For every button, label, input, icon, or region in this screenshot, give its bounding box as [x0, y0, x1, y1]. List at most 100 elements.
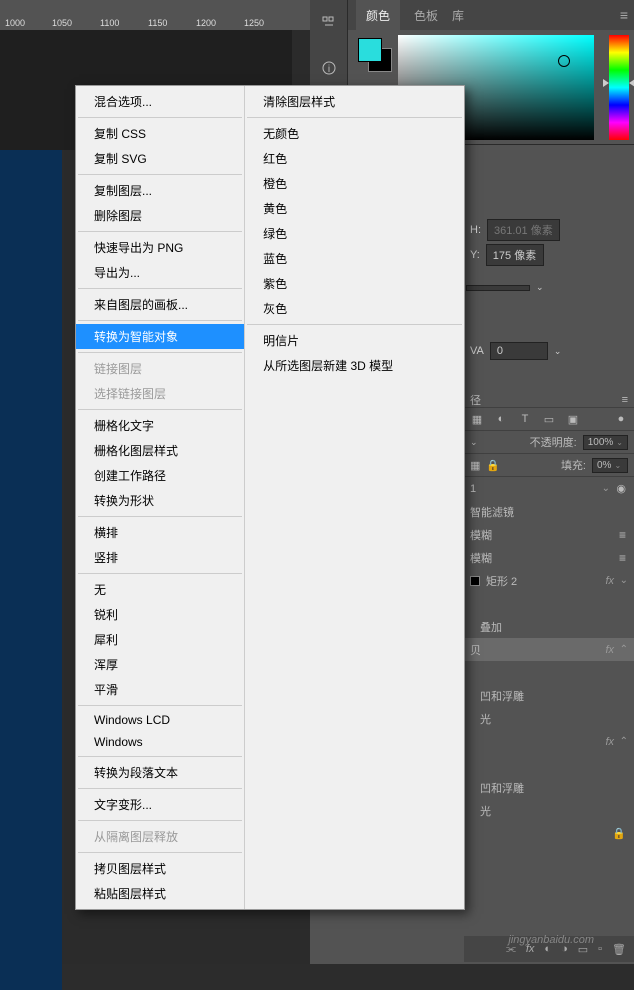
- filter-image-icon[interactable]: ▦: [470, 412, 484, 426]
- lock-icon[interactable]: 🔒: [486, 459, 500, 472]
- menu-horizontal[interactable]: 横排: [76, 520, 244, 545]
- layer-row[interactable]: fx ⌃: [464, 730, 634, 753]
- menu-green[interactable]: 绿色: [245, 221, 464, 246]
- layer-row[interactable]: 🔒: [464, 822, 634, 845]
- expand-icon[interactable]: ⌃: [620, 736, 628, 747]
- hue-pointer: [629, 79, 634, 87]
- filter-type-icon[interactable]: T: [518, 412, 532, 426]
- filter-settings-icon[interactable]: ≡: [619, 551, 626, 565]
- menu-windows-lcd[interactable]: Windows LCD: [76, 709, 244, 731]
- new-layer-icon[interactable]: ▫: [598, 943, 602, 955]
- lock-icon: 🔒: [612, 827, 626, 840]
- menu-blue[interactable]: 蓝色: [245, 246, 464, 271]
- filter-settings-icon[interactable]: ≡: [619, 528, 626, 542]
- menu-export-as[interactable]: 导出为...: [76, 260, 244, 285]
- effect-row[interactable]: 凹和浮雕: [464, 684, 634, 707]
- menu-no-color[interactable]: 无颜色: [245, 121, 464, 146]
- foreground-color-swatch[interactable]: [358, 38, 382, 62]
- fill-value[interactable]: 0%⌄: [592, 458, 628, 473]
- eye-icon[interactable]: ◉: [616, 482, 626, 495]
- color-picker-cursor[interactable]: [558, 55, 570, 67]
- expand-icon[interactable]: ⌃: [620, 644, 628, 655]
- menu-to-paragraph[interactable]: 转换为段落文本: [76, 760, 244, 785]
- menu-yellow[interactable]: 黄色: [245, 196, 464, 221]
- menu-rasterize-style[interactable]: 栅格化图层样式: [76, 438, 244, 463]
- menu-aa-crisp[interactable]: 犀利: [76, 627, 244, 652]
- menu-quick-export-png[interactable]: 快速导出为 PNG: [76, 235, 244, 260]
- effect-row[interactable]: 光: [464, 799, 634, 822]
- menu-delete-layer[interactable]: 删除图层: [76, 203, 244, 228]
- filter-toggle-icon[interactable]: ●: [614, 412, 628, 426]
- layer-row[interactable]: 模糊 ≡: [464, 546, 634, 569]
- panel-menu-icon[interactable]: ≡: [622, 394, 628, 406]
- y-value[interactable]: 175 像素: [486, 244, 544, 266]
- menu-convert-to-shape[interactable]: 转换为形状: [76, 488, 244, 513]
- fx-icon[interactable]: fx: [526, 943, 535, 955]
- effect-row[interactable]: 光: [464, 707, 634, 730]
- menu-blending-options[interactable]: 混合选项...: [76, 89, 244, 114]
- height-value[interactable]: 361.01 像素: [487, 219, 560, 241]
- menu-orange[interactable]: 橙色: [245, 171, 464, 196]
- mask-icon[interactable]: ◐: [544, 943, 551, 955]
- property-y-row: Y: 175 像素: [470, 244, 544, 266]
- effect-row[interactable]: 叠加: [464, 615, 634, 638]
- filter-shape-icon[interactable]: ▭: [542, 412, 556, 426]
- menu-aa-smooth[interactable]: 平滑: [76, 677, 244, 702]
- menu-aa-strong[interactable]: 浑厚: [76, 652, 244, 677]
- blend-opacity-row: ⌄ 不透明度: 100%⌄: [464, 431, 634, 454]
- tab-libraries[interactable]: 库: [452, 7, 464, 24]
- menu-copy-layer-style[interactable]: 拷贝图层样式: [76, 856, 244, 881]
- menu-gray[interactable]: 灰色: [245, 296, 464, 321]
- info-icon[interactable]: i: [310, 45, 348, 90]
- menu-convert-to-smart-object[interactable]: 转换为智能对象: [76, 324, 244, 349]
- menu-windows[interactable]: Windows: [76, 731, 244, 753]
- effect-row[interactable]: [464, 753, 634, 776]
- layer-row[interactable]: 智能滤镜: [464, 500, 634, 523]
- dropdown[interactable]: ⌄: [466, 282, 546, 293]
- effect-row[interactable]: 凹和浮雕: [464, 776, 634, 799]
- filter-smart-icon[interactable]: ▣: [566, 412, 580, 426]
- opacity-value[interactable]: 100%⌄: [583, 435, 628, 450]
- tab-color[interactable]: 颜色: [356, 0, 400, 31]
- panel-menu-icon[interactable]: ≡: [620, 7, 628, 23]
- link-icon[interactable]: ⫘: [506, 943, 516, 956]
- group-icon[interactable]: ▭: [578, 943, 588, 956]
- layer-row[interactable]: 1 ◉ ⌄: [464, 477, 634, 500]
- filter-adjust-icon[interactable]: ◐: [494, 412, 508, 426]
- menu-vertical[interactable]: 竖排: [76, 545, 244, 570]
- effect-row[interactable]: [464, 592, 634, 615]
- menu-create-work-path[interactable]: 创建工作路径: [76, 463, 244, 488]
- hue-slider[interactable]: [609, 35, 629, 140]
- canvas-document: [0, 150, 62, 990]
- tracking-value[interactable]: 0: [490, 342, 548, 360]
- menu-artboard-from-layers[interactable]: 来自图层的画板...: [76, 292, 244, 317]
- menu-purple[interactable]: 紫色: [245, 271, 464, 296]
- menu-new-3d-from-layer[interactable]: 从所选图层新建 3D 模型: [245, 353, 464, 378]
- layer-row[interactable]: 矩形 2 fx ⌄: [464, 569, 634, 592]
- arrange-icon[interactable]: [310, 0, 348, 45]
- expand-icon[interactable]: ⌄: [620, 575, 628, 586]
- menu-paste-layer-style[interactable]: 粘贴图层样式: [76, 881, 244, 906]
- panel-header: 径 ≡: [464, 392, 634, 408]
- menu-copy-svg[interactable]: 复制 SVG: [76, 146, 244, 171]
- menu-aa-sharp[interactable]: 锐利: [76, 602, 244, 627]
- menu-rasterize-type[interactable]: 栅格化文字: [76, 413, 244, 438]
- menu-red[interactable]: 红色: [245, 146, 464, 171]
- layer-row[interactable]: 模糊 ≡: [464, 523, 634, 546]
- tab-swatches[interactable]: 色板: [414, 7, 438, 24]
- layer-row[interactable]: 贝 fx ⌃: [464, 638, 634, 661]
- menu-separator: [78, 788, 242, 789]
- menu-aa-none[interactable]: 无: [76, 577, 244, 602]
- effect-row[interactable]: [464, 661, 634, 684]
- expand-icon[interactable]: ⌄: [602, 483, 610, 494]
- lock-pixels-icon[interactable]: ▦: [470, 459, 480, 472]
- adjustment-icon[interactable]: ◑: [561, 943, 568, 955]
- menu-separator: [78, 231, 242, 232]
- menu-warp-text[interactable]: 文字变形...: [76, 792, 244, 817]
- menu-postcard[interactable]: 明信片: [245, 328, 464, 353]
- menu-clear-style[interactable]: 清除图层样式: [245, 89, 464, 114]
- menu-duplicate-layer[interactable]: 复制图层...: [76, 178, 244, 203]
- trash-icon[interactable]: 🗑: [612, 943, 626, 956]
- menu-copy-css[interactable]: 复制 CSS: [76, 121, 244, 146]
- layer-label: 智能滤镜: [470, 504, 514, 520]
